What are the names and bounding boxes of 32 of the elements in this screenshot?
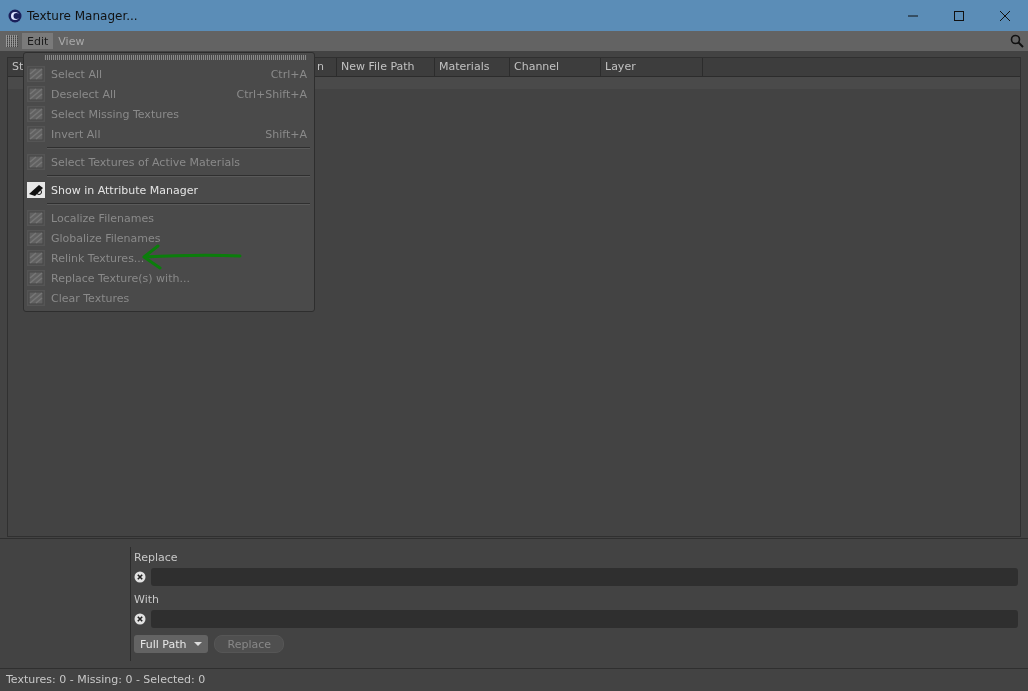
clear-icon[interactable] xyxy=(134,613,146,625)
texture-icon xyxy=(27,86,45,102)
grip-icon[interactable] xyxy=(6,35,18,47)
menu-tab[interactable]: View xyxy=(53,33,90,49)
column-header[interactable]: Materials xyxy=(435,58,510,76)
texture-icon xyxy=(27,126,45,142)
texture-icon xyxy=(27,230,45,246)
maximize-icon xyxy=(953,9,965,22)
texture-icon xyxy=(27,250,45,266)
menu-tab[interactable]: Edit xyxy=(22,33,54,49)
search-icon[interactable] xyxy=(1010,34,1024,48)
column-header[interactable]: New File Path xyxy=(337,58,435,76)
mode-dropdown[interactable]: Full Path xyxy=(134,635,209,653)
field-label: With xyxy=(134,593,160,608)
texture-icon xyxy=(27,66,45,82)
texture-icon xyxy=(27,270,45,286)
texture-icon xyxy=(27,210,45,226)
grip-icon[interactable] xyxy=(45,55,306,60)
texture-icon xyxy=(27,106,45,122)
pen-icon xyxy=(27,182,45,198)
texture-icon xyxy=(27,290,45,306)
status-text: Textures: 0 - Missing: 0 - Selected: 0 xyxy=(6,673,206,686)
texture-icon xyxy=(27,154,45,170)
window-title: Texture Manager... xyxy=(27,8,139,23)
menu-item[interactable]: Show in Attribute Manager xyxy=(25,180,310,200)
app-logo-icon xyxy=(8,8,22,23)
caret-icon xyxy=(194,642,203,646)
column-header[interactable]: Layer xyxy=(601,58,703,76)
clear-icon[interactable] xyxy=(134,571,146,583)
column-header[interactable]: Channel xyxy=(510,58,601,76)
field-label: Replace xyxy=(134,551,179,566)
close-icon xyxy=(999,9,1011,22)
